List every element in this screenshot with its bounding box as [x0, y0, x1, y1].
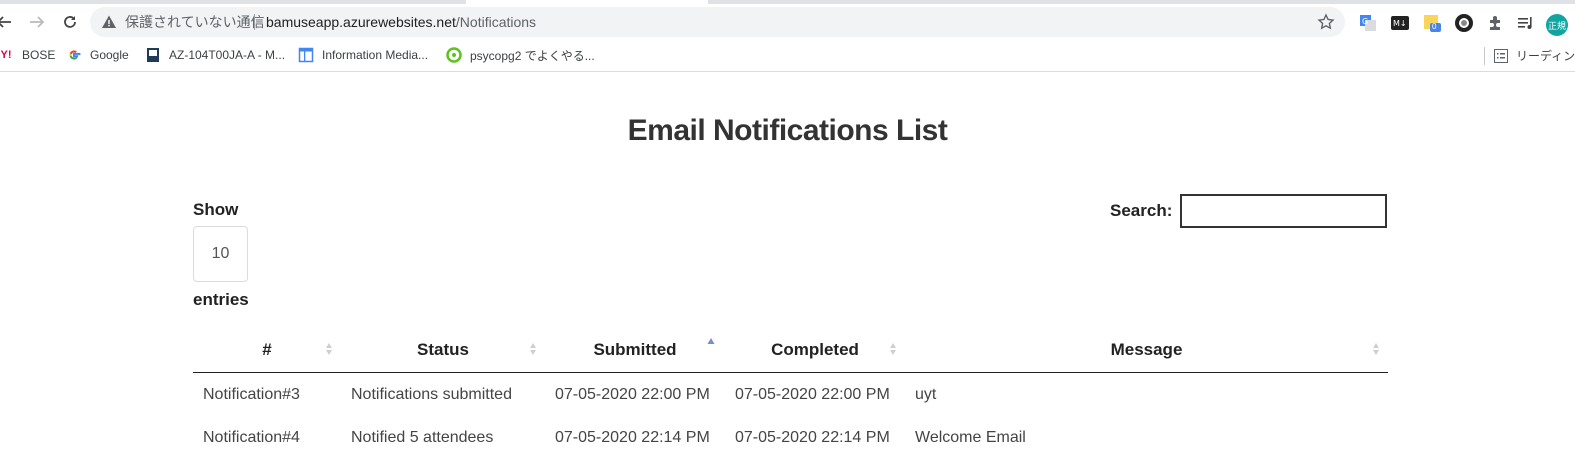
puzzle-icon [1490, 16, 1500, 30]
media-control-button[interactable] [1515, 12, 1537, 34]
bookmark-label: psycopg2 でよくやる... [470, 48, 595, 63]
sort-ascending-icon [707, 338, 715, 344]
translate-extension-button[interactable]: G [1357, 12, 1379, 34]
sort-both-icon [326, 343, 332, 355]
table-header-row: # Status Submitted Completed Message [193, 327, 1388, 373]
cell-message: Welcome Email [915, 428, 1026, 446]
column-header-label: Completed [771, 339, 859, 359]
table-row: Notification#3 Notifications submitted 0… [193, 373, 1388, 417]
book-icon [145, 47, 161, 63]
security-status-label[interactable]: 保護されていない通信 [125, 13, 265, 31]
bookmark-google[interactable]: Google [66, 47, 129, 63]
sort-both-icon [530, 343, 536, 355]
show-label: Show [193, 200, 239, 219]
cell-completed: 07-05-2020 22:00 PM [735, 385, 890, 403]
sort-both-icon [890, 343, 896, 355]
reading-list-icon [1494, 48, 1508, 63]
bookmark-label: BOSE [22, 48, 56, 62]
forward-button[interactable] [25, 10, 49, 34]
markdown-icon: M↓ [1391, 16, 1409, 30]
browser-toolbar: 保護されていない通信 bamuseapp.azurewebsites.net/N… [0, 4, 1575, 40]
bookmark-psycopg2[interactable]: psycopg2 でよくやる... [446, 47, 595, 63]
table-row: Notification#4 Notified 5 attendees 07-0… [193, 416, 1388, 459]
bookmark-information-media[interactable]: Information Media... [298, 47, 428, 63]
column-header-status[interactable]: Status [341, 327, 545, 373]
markdown-extension-button[interactable]: M↓ [1389, 12, 1411, 34]
bookmark-label: AZ-104T00JA-A - M... [169, 48, 286, 62]
cell-submitted: 07-05-2020 22:00 PM [555, 385, 710, 403]
warning-icon[interactable] [101, 14, 117, 30]
bookmark-label: Google [90, 48, 129, 62]
notifications-table: # Status Submitted Completed Message Not… [193, 327, 1388, 459]
url-host: bamuseapp.azurewebsites.net [266, 14, 456, 30]
circle-logo-icon [1455, 14, 1473, 32]
svg-text:G: G [1362, 17, 1368, 26]
column-header-submitted[interactable]: Submitted [545, 327, 725, 373]
column-header-label: Submitted [593, 339, 677, 359]
extensions-button[interactable] [1484, 12, 1506, 34]
column-header-number[interactable]: # [193, 327, 341, 373]
column-header-completed[interactable]: Completed [725, 327, 905, 373]
yahoo-icon: Y! [0, 49, 12, 61]
obs-extension-button[interactable] [1453, 12, 1475, 34]
notes-extension-button[interactable]: 0 [1421, 12, 1443, 34]
back-button[interactable] [0, 10, 16, 34]
google-icon [66, 47, 82, 63]
sort-both-icon [1373, 343, 1379, 355]
cell-submitted: 07-05-2020 22:14 PM [555, 428, 710, 446]
profile-avatar[interactable]: 正規 [1546, 14, 1568, 36]
column-header-label: Status [417, 339, 469, 359]
layout-icon [298, 47, 314, 63]
star-icon[interactable] [1317, 13, 1335, 31]
svg-text:M↓: M↓ [1393, 19, 1407, 28]
reload-button[interactable] [58, 10, 82, 34]
cell-message: uyt [915, 385, 937, 403]
search-label: Search: [1110, 201, 1173, 220]
reading-list-label: リーディング [1516, 49, 1575, 63]
bookmark-label: Information Media... [322, 48, 429, 62]
bookmark-az104[interactable]: AZ-104T00JA-A - M... [145, 47, 285, 63]
column-header-label: Message [1110, 339, 1183, 359]
column-header-label: # [262, 339, 272, 359]
url-path: /Notifications [455, 14, 537, 30]
playlist-icon [1518, 17, 1532, 29]
bookmarks-divider [1484, 47, 1485, 65]
arrow-left-icon [0, 16, 11, 28]
search-input[interactable] [1180, 194, 1387, 228]
cell-number: Notification#3 [203, 385, 300, 403]
url-text[interactable]: bamuseapp.azurewebsites.net/Notification… [266, 13, 536, 31]
cell-number: Notification#4 [203, 428, 300, 446]
cell-status: Notified 5 attendees [351, 428, 494, 446]
green-ring-icon [446, 47, 462, 63]
reading-list-button[interactable]: リーディング [1494, 47, 1575, 64]
cell-status: Notifications submitted [351, 385, 512, 403]
bookmarks-bar: Y! BOSE Google AZ-104T00JA-A - M... Info… [0, 40, 1575, 72]
arrow-right-icon [30, 16, 45, 28]
translate-icon: G [1360, 15, 1376, 31]
extension-badge: 0 [1432, 22, 1437, 31]
entries-label: entries [193, 290, 249, 309]
page-length-select[interactable]: 10 [193, 226, 248, 282]
address-bar[interactable]: 保護されていない通信 bamuseapp.azurewebsites.net/N… [90, 7, 1345, 37]
cell-completed: 07-05-2020 22:14 PM [735, 428, 890, 446]
reload-icon [64, 16, 76, 28]
omnibox-divider [254, 14, 255, 30]
page-title: Email Notifications List [627, 114, 948, 147]
bookmark-bose[interactable]: Y! BOSE [0, 47, 56, 63]
column-header-message[interactable]: Message [905, 327, 1388, 373]
